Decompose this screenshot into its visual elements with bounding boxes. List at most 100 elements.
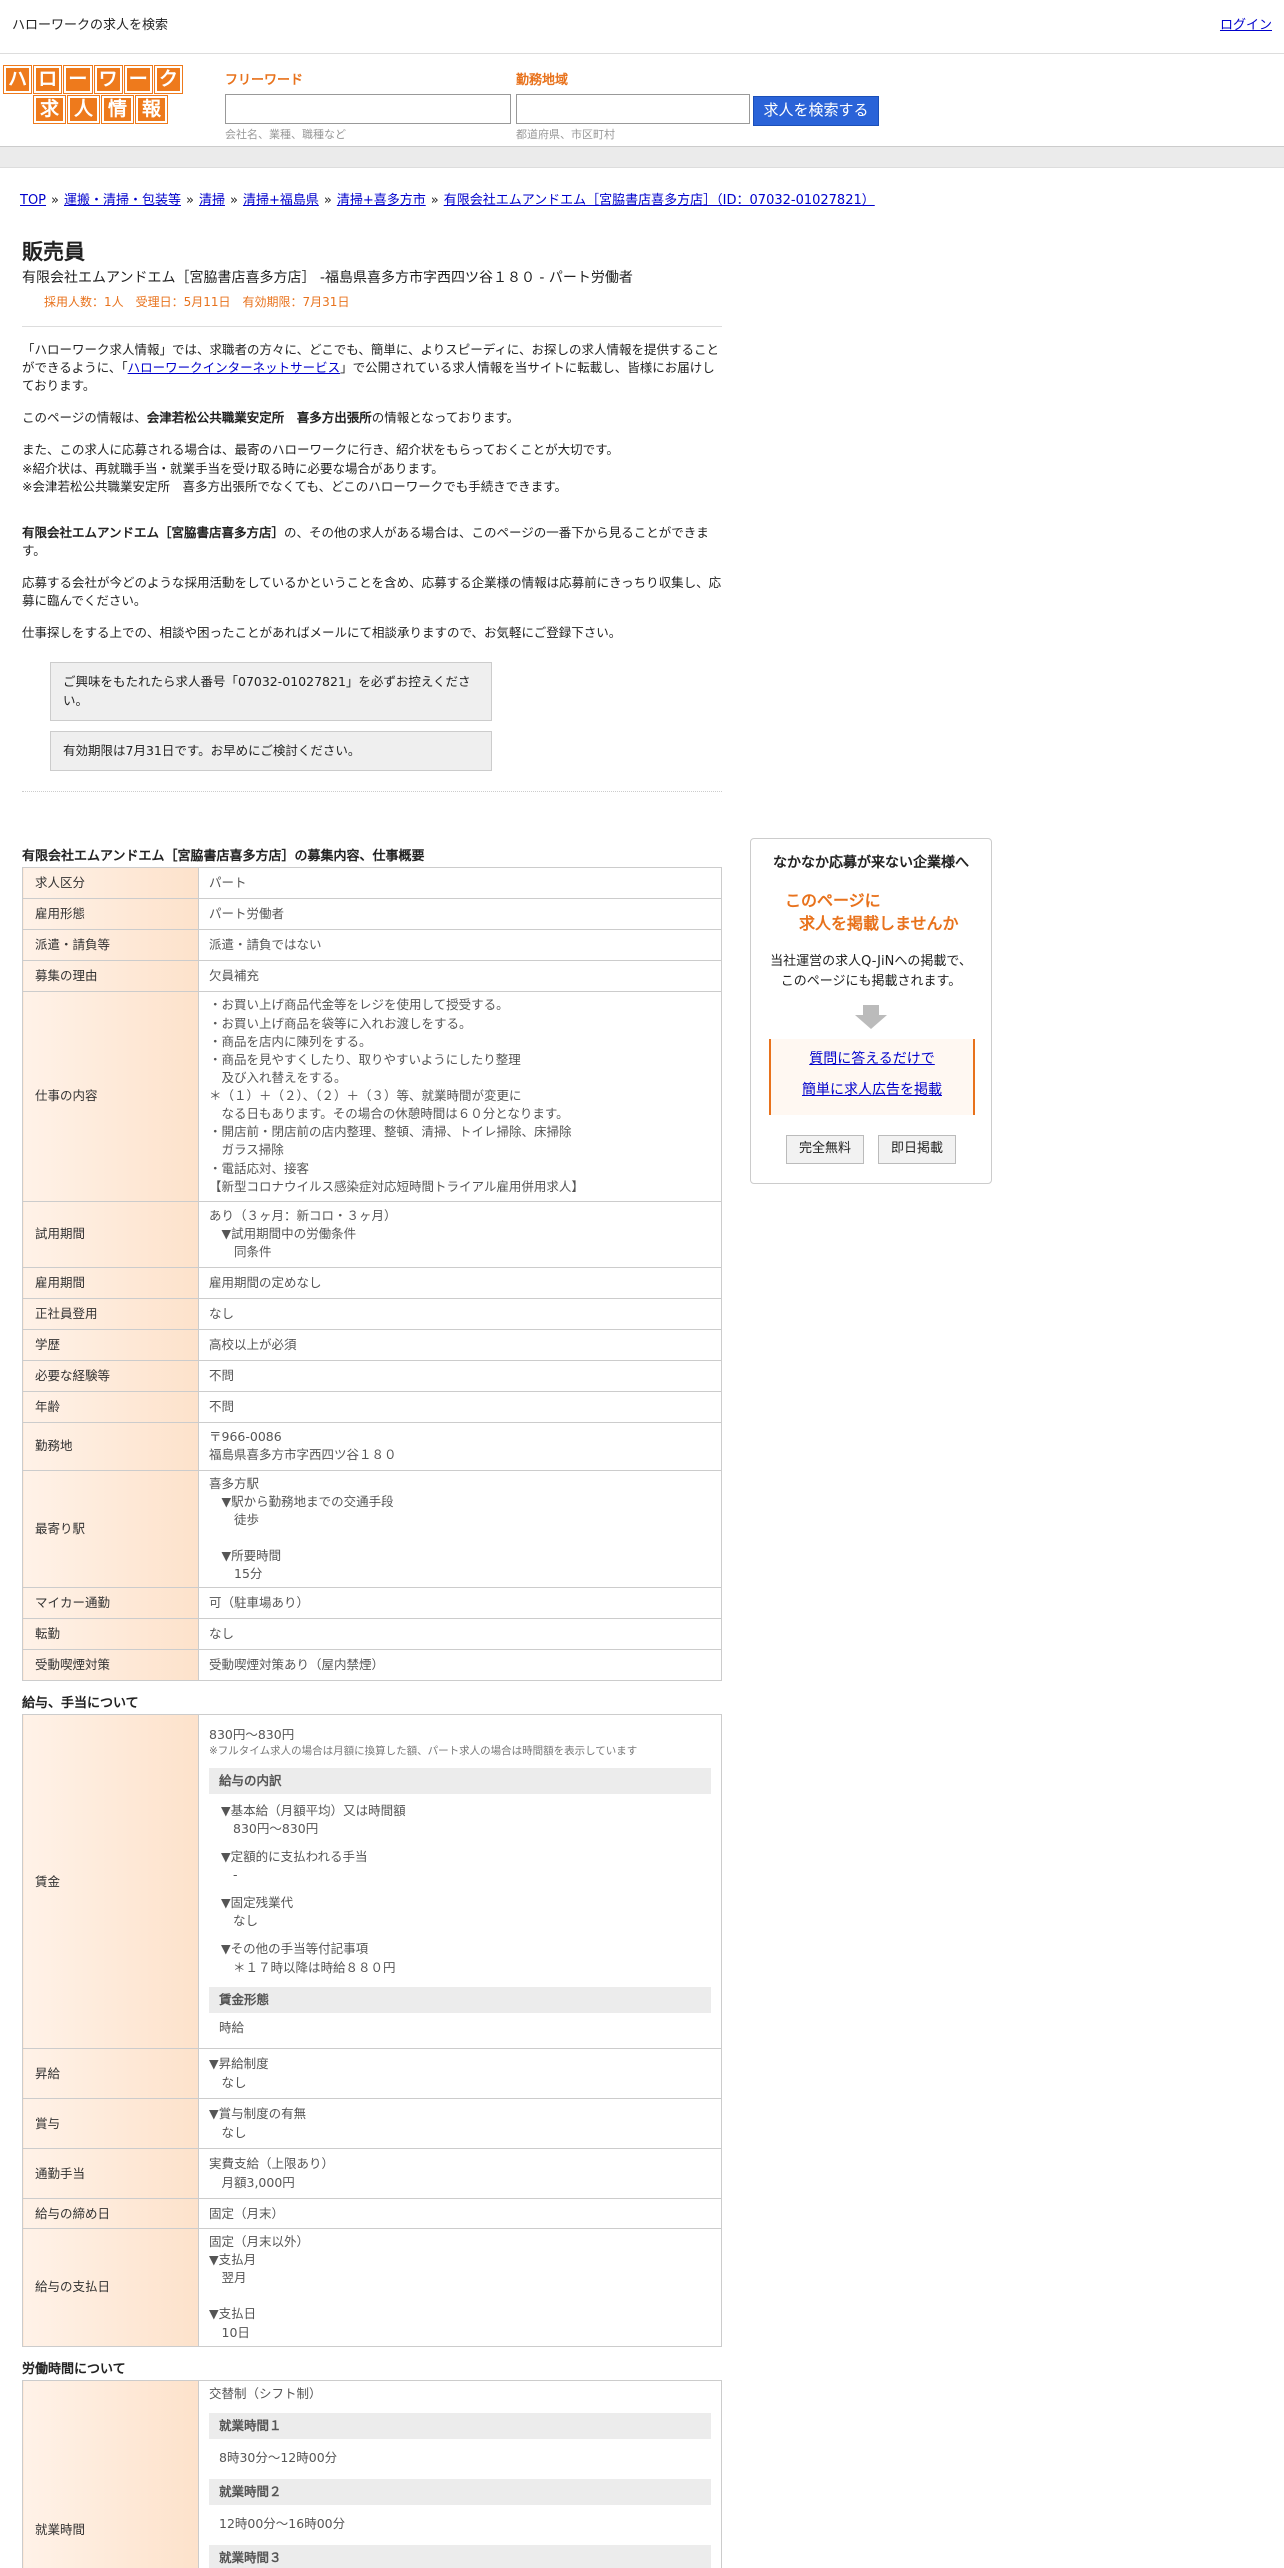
table-row: 給与の締め日 固定（月末） <box>22 2198 722 2230</box>
table-row: 最寄り駅 喜多方駅 ▼駅から勤務地までの交通手段 徒歩 ▼所要時間 15分 <box>22 1469 722 1589</box>
value-line: あり（３ヶ月：新コロ・３ヶ月） <box>209 1207 397 1223</box>
hellowork-logo[interactable]: ハローワーク 求人情報 <box>2 65 184 126</box>
intro-p3: また、この求人に応募される場合は、最寄のハローワークに行き、紹介状をもらっておく… <box>22 442 619 458</box>
breadcrumb-link[interactable]: 清掃+福島県 <box>243 193 319 208</box>
other-allowance-label: ▼その他の手当等付記事項 <box>221 1941 369 1957</box>
intro-p3b: ※紹介状は、再就職手当・就業手当を受け取る時に必要な場合があります。 <box>22 460 444 476</box>
header-divider <box>0 146 1284 168</box>
row-key: 雇用期間 <box>22 1266 199 1299</box>
overview-table: 求人区分 パート 雇用形態 パート労働者 派遣・請負等 派遣・請負ではない 募集の理由 欠員補… <box>22 866 722 1682</box>
table-row: 正社員登用 なし <box>22 1297 722 1330</box>
base-value: 830円〜830円 <box>233 1820 319 1836</box>
intro-p2c: の情報となっております。 <box>371 410 520 426</box>
breadcrumb-separator: » <box>430 193 439 208</box>
value-line: 固定（月末以外） <box>209 2234 310 2250</box>
breadcrumb-separator: » <box>186 193 194 208</box>
search-button[interactable]: 求人を検索する <box>753 96 879 126</box>
row-key: 派遣・請負等 <box>22 928 199 961</box>
value-line: なる日もあります。その場合の休憩時間は６０分となります。 <box>209 1106 569 1122</box>
value-line: ・お買い上げ商品代金等をレジを使用して授受する。 <box>209 997 509 1013</box>
row-value: なし <box>198 1297 722 1330</box>
ad-link-question[interactable]: 質問に答えるだけで <box>771 1049 973 1069</box>
row-key: 転勤 <box>22 1618 199 1651</box>
intro-text: 「ハローワーク求人情報」では、求職者の方々に、どこでも、簡単に、よりスピーディに… <box>0 341 744 643</box>
logo-char: 求 <box>33 95 66 124</box>
logo-char: ワ <box>93 65 123 94</box>
freeword-input[interactable] <box>225 93 511 124</box>
payday-key: 給与の支払日 <box>22 2228 199 2347</box>
table-row: マイカー通勤 可（駐車場あり） <box>22 1587 722 1620</box>
overtime-value: なし <box>233 1913 259 1929</box>
value-line: 福島県喜多方市字西四ツ谷１８０ <box>209 1447 397 1463</box>
breadcrumb-link[interactable]: 運搬・清掃・包装等 <box>64 193 181 208</box>
row-value: ・お買い上げ商品代金等をレジを使用して授受する。 ・お買い上げ商品を袋等に入れお渡… <box>198 990 722 1202</box>
hellowork-service-link[interactable]: ハローワークインターネットサービス <box>128 360 341 375</box>
table-row: 仕事の内容 ・お買い上げ商品代金等をレジを使用して授受する。 ・お買い上げ商品を袋等… <box>22 990 722 1202</box>
header: ハローワーク 求人情報 フリーワード 会社名、業種、職種など 勤務地域 都道府県… <box>0 54 1284 146</box>
free-badge: 完全無料 <box>785 1135 864 1165</box>
row-value: 受動喫煙対策あり（屋内禁煙） <box>198 1649 722 1682</box>
top-bar: ハローワークの求人を検索 ログイン <box>0 0 1284 54</box>
row-value: パート労働者 <box>198 897 722 930</box>
value-line: ＊（１）＋（２）、（２）＋（３）等、就業時間が変更に <box>209 1088 522 1104</box>
sidebar-desc-1: 当社運営の求人Q-JiNへの掲載で、 <box>770 953 972 969</box>
shift-type: 交替制（シフト制） <box>209 2385 322 2401</box>
value-line: ・商品を店内に陳列をする。 <box>209 1033 372 1049</box>
logo-char: 情 <box>101 95 134 124</box>
sidebar-offer-1: このページに <box>785 891 881 911</box>
row-value: 喜多方駅 ▼駅から勤務地までの交通手段 徒歩 ▼所要時間 15分 <box>198 1469 722 1589</box>
row-key: 求人区分 <box>22 866 199 899</box>
row-key: 募集の理由 <box>22 959 199 992</box>
breadcrumb-link[interactable]: 清掃+喜多方市 <box>337 193 426 208</box>
row-key: 最寄り駅 <box>22 1469 199 1589</box>
wage-range: 830円〜830円 <box>209 1727 295 1743</box>
hours-value: 交替制（シフト制） 就業時間１ 8時30分〜12時00分 就業時間２ 12時00… <box>198 2379 722 2568</box>
breadcrumb-link[interactable]: TOP <box>20 193 46 208</box>
area-input[interactable] <box>516 93 750 124</box>
value-line: ▼駅から勤務地までの交通手段 <box>209 1493 394 1509</box>
row-value: 雇用期間の定めなし <box>198 1266 722 1299</box>
row-key: 受動喫煙対策 <box>22 1649 199 1682</box>
area-placeholder: 都道府県、市区町村 <box>516 127 615 141</box>
shift1-heading: 就業時間１ <box>209 2412 711 2439</box>
row-value: パート <box>198 866 722 899</box>
value-line <box>209 2287 711 2305</box>
breadcrumb-link[interactable]: 清掃 <box>199 193 225 208</box>
value-line: ▼支払月 <box>209 2252 257 2268</box>
company-name: 有限会社エムアンドエム［宮脇書店喜多方店］ <box>22 524 285 540</box>
salary-title: 給与、手当について <box>22 1696 139 1712</box>
intro-p6: 仕事探しをする上での、相談や困ったことがあればメールにて相談承りますので、お気軽… <box>22 625 622 641</box>
table-row: 派遣・請負等 派遣・請負ではない <box>22 928 722 961</box>
raise-value: ▼昇給制度 なし <box>198 2048 722 2100</box>
table-row: 昇給 ▼昇給制度 なし <box>22 2048 722 2100</box>
value-line: なし <box>209 2124 247 2140</box>
value-line: ▼賞与制度の有無 <box>209 2106 307 2122</box>
base-label: ▼基本給（月額平均）又は時間額 <box>221 1802 406 1818</box>
value-line: ・商品を見やすくしたり、取りやすいようにしたり整理 <box>209 1051 521 1067</box>
table-row: 雇用形態 パート労働者 <box>22 897 722 930</box>
logo-char: ロ <box>33 65 63 94</box>
shift2-value: 12時00分〜16時00分 <box>219 2516 346 2532</box>
logo-char: ハ <box>2 65 33 94</box>
same-day-badge: 即日掲載 <box>878 1135 957 1165</box>
breakdown-heading: 給与の内訳 <box>209 1767 711 1794</box>
logo-char: 人 <box>67 95 100 124</box>
value-line: 翌月 <box>209 2270 247 2286</box>
login-link[interactable]: ログイン <box>1220 17 1272 36</box>
divider <box>22 325 722 327</box>
ad-link-post[interactable]: 簡単に求人広告を掲載 <box>771 1080 973 1100</box>
wage-value: 830円〜830円 ※フルタイム求人の場合は月額に換算した額、パート求人の場合は… <box>198 1714 722 2050</box>
value-line: 月額3,000円 <box>209 2174 295 2190</box>
breadcrumb-link[interactable]: 有限会社エムアンドエム［宮脇書店喜多方店］（ID：07032-01027821） <box>444 193 875 208</box>
job-number-note: ご興味をもたれたら求人番号「07032-01027821」を必ずお控えください。 <box>50 662 492 721</box>
row-key: 必要な経験等 <box>22 1359 199 1392</box>
value-line: ガラス掃除 <box>209 1142 284 1158</box>
bonus-key: 賞与 <box>22 2098 199 2150</box>
table-row: 求人区分 パート <box>22 866 722 899</box>
commute-key: 通勤手当 <box>22 2148 199 2200</box>
sidebar-heading: なかなか応募が来ない企業様へ <box>773 855 969 871</box>
sidebar-offer-2: 求人を掲載しませんか <box>799 914 959 934</box>
ad-links-box: 質問に答えるだけで 簡単に求人広告を掲載 <box>769 1039 975 1116</box>
advertise-sidebar: なかなか応募が来ない企業様へ このページに 求人を掲載しませんか 当社運営の求人… <box>750 838 992 1184</box>
value-line: ▼支払日 <box>209 2306 257 2322</box>
